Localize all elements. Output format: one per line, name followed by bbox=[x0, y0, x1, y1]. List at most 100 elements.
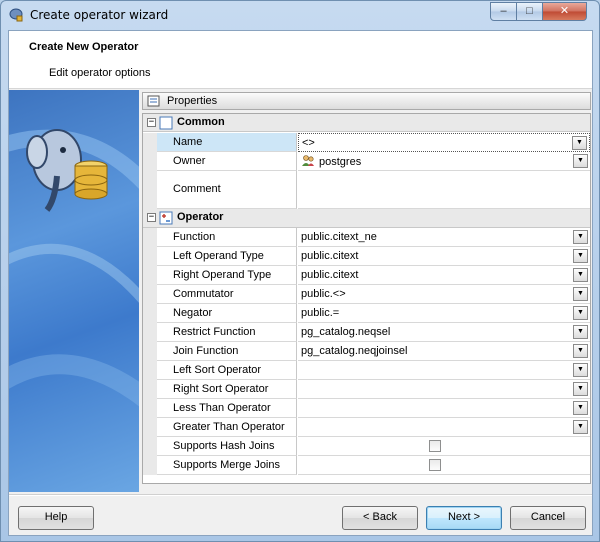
category-label: Common bbox=[177, 116, 225, 128]
property-name: Restrict Function bbox=[157, 323, 297, 342]
chevron-down-icon[interactable]: ▼ bbox=[573, 306, 588, 320]
property-row-right-sort-operator[interactable]: Right Sort Operator ▼ bbox=[143, 380, 590, 399]
property-name: Greater Than Operator bbox=[157, 418, 297, 437]
property-value[interactable]: public.= bbox=[301, 307, 339, 319]
property-row-less-than-operator[interactable]: Less Than Operator ▼ bbox=[143, 399, 590, 418]
join-function-select[interactable]: pg_catalog.neqjoinsel ▼ bbox=[298, 342, 590, 361]
collapse-icon[interactable]: − bbox=[147, 118, 156, 127]
chevron-down-icon[interactable]: ▼ bbox=[573, 154, 588, 168]
chevron-down-icon[interactable]: ▼ bbox=[573, 268, 588, 282]
property-value[interactable]: public.citext_ne bbox=[301, 231, 377, 243]
property-value[interactable]: <> bbox=[302, 137, 315, 149]
back-button[interactable]: < Back bbox=[342, 506, 418, 530]
property-value[interactable]: public.citext bbox=[301, 250, 358, 262]
user-group-icon bbox=[302, 155, 314, 166]
less-than-operator-select[interactable]: ▼ bbox=[298, 399, 590, 418]
property-name: Function bbox=[157, 228, 297, 247]
property-row-restrict-function[interactable]: Restrict Function pg_catalog.neqsel ▼ bbox=[143, 323, 590, 342]
function-select[interactable]: public.citext_ne ▼ bbox=[298, 228, 590, 247]
elephant-database-icon bbox=[9, 129, 139, 407]
property-name: Supports Hash Joins bbox=[157, 437, 297, 456]
property-name: Join Function bbox=[157, 342, 297, 361]
restrict-function-select[interactable]: pg_catalog.neqsel ▼ bbox=[298, 323, 590, 342]
chevron-down-icon[interactable]: ▼ bbox=[573, 382, 588, 396]
common-category-icon bbox=[159, 116, 173, 130]
property-row-function[interactable]: Function public.citext_ne ▼ bbox=[143, 228, 590, 247]
chevron-down-icon[interactable]: ▼ bbox=[573, 344, 588, 358]
property-name: Owner bbox=[157, 152, 297, 171]
chevron-down-icon[interactable]: ▼ bbox=[573, 287, 588, 301]
chevron-down-icon[interactable]: ▼ bbox=[573, 230, 588, 244]
property-value[interactable]: pg_catalog.neqsel bbox=[301, 326, 390, 338]
property-row-negator[interactable]: Negator public.= ▼ bbox=[143, 304, 590, 323]
operator-category-icon bbox=[159, 211, 173, 225]
property-row-commutator[interactable]: Commutator public.<> ▼ bbox=[143, 285, 590, 304]
property-row-greater-than-operator[interactable]: Greater Than Operator ▼ bbox=[143, 418, 590, 437]
chevron-down-icon[interactable]: ▼ bbox=[573, 249, 588, 263]
commutator-select[interactable]: public.<> ▼ bbox=[298, 285, 590, 304]
properties-header: Properties bbox=[142, 92, 591, 110]
left-sort-operator-select[interactable]: ▼ bbox=[298, 361, 590, 380]
category-common[interactable]: − Common bbox=[143, 114, 590, 132]
property-row-supports-merge-joins[interactable]: Supports Merge Joins bbox=[143, 456, 590, 475]
property-row-right-operand-type[interactable]: Right Operand Type public.citext ▼ bbox=[143, 266, 590, 285]
property-name: Name bbox=[157, 133, 297, 152]
right-sort-operator-select[interactable]: ▼ bbox=[298, 380, 590, 399]
property-grid[interactable]: − Common Name <> ▼ Owner postgres ▼ Comm… bbox=[142, 113, 591, 484]
property-value[interactable]: public.<> bbox=[301, 288, 346, 300]
maximize-button[interactable]: □ bbox=[516, 2, 543, 21]
property-name: Comment bbox=[157, 171, 297, 209]
property-row-join-function[interactable]: Join Function pg_catalog.neqjoinsel ▼ bbox=[143, 342, 590, 361]
chevron-down-icon[interactable]: ▼ bbox=[573, 363, 588, 377]
help-button[interactable]: Help bbox=[18, 506, 94, 530]
wizard-side-image bbox=[9, 90, 139, 492]
property-row-owner[interactable]: Owner postgres ▼ bbox=[143, 152, 590, 171]
next-button[interactable]: Next > bbox=[426, 506, 502, 530]
minimize-button[interactable]: – bbox=[490, 2, 517, 21]
chevron-down-icon[interactable]: ▼ bbox=[573, 420, 588, 434]
merge-joins-checkbox[interactable] bbox=[429, 459, 441, 471]
property-name: Less Than Operator bbox=[157, 399, 297, 418]
property-name: Left Sort Operator bbox=[157, 361, 297, 380]
right-operand-type-select[interactable]: public.citext ▼ bbox=[298, 266, 590, 285]
property-row-name[interactable]: Name <> ▼ bbox=[143, 133, 590, 152]
cancel-button[interactable]: Cancel bbox=[510, 506, 586, 530]
close-button[interactable]: ✕ bbox=[542, 2, 587, 21]
owner-select[interactable]: postgres ▼ bbox=[298, 152, 590, 171]
chevron-down-icon[interactable]: ▼ bbox=[573, 401, 588, 415]
collapse-icon[interactable]: − bbox=[147, 213, 156, 222]
property-name: Left Operand Type bbox=[157, 247, 297, 266]
header-subtitle: Edit operator options bbox=[49, 67, 151, 79]
property-row-left-operand-type[interactable]: Left Operand Type public.citext ▼ bbox=[143, 247, 590, 266]
property-row-supports-hash-joins[interactable]: Supports Hash Joins bbox=[143, 437, 590, 456]
property-value[interactable]: postgres bbox=[319, 156, 361, 168]
properties-icon bbox=[147, 95, 160, 107]
header-title: Create New Operator bbox=[29, 41, 139, 53]
property-row-left-sort-operator[interactable]: Left Sort Operator ▼ bbox=[143, 361, 590, 380]
greater-than-operator-select[interactable]: ▼ bbox=[298, 418, 590, 437]
property-name: Commutator bbox=[157, 285, 297, 304]
property-name: Right Sort Operator bbox=[157, 380, 297, 399]
property-value[interactable]: public.citext bbox=[301, 269, 358, 281]
app-icon bbox=[9, 8, 23, 22]
wizard-header: Create New Operator Edit operator option… bbox=[9, 31, 592, 89]
window-title: Create operator wizard bbox=[30, 8, 169, 22]
footer-separator bbox=[9, 494, 592, 496]
property-value[interactable]: pg_catalog.neqjoinsel bbox=[301, 345, 407, 357]
left-operand-type-select[interactable]: public.citext ▼ bbox=[298, 247, 590, 266]
property-name: Supports Merge Joins bbox=[157, 456, 297, 475]
category-label: Operator bbox=[177, 211, 224, 223]
wizard-client: Create New Operator Edit operator option… bbox=[8, 30, 593, 536]
category-operator[interactable]: − Operator bbox=[143, 209, 590, 228]
comment-field[interactable] bbox=[298, 171, 590, 209]
title-bar[interactable]: Create operator wizard – □ ✕ bbox=[1, 1, 599, 29]
negator-select[interactable]: public.= ▼ bbox=[298, 304, 590, 323]
chevron-down-icon[interactable]: ▼ bbox=[573, 325, 588, 339]
wizard-window: Create operator wizard – □ ✕ Create New … bbox=[0, 0, 600, 542]
properties-label: Properties bbox=[167, 95, 218, 107]
property-row-comment[interactable]: Comment bbox=[143, 171, 590, 209]
hash-joins-checkbox[interactable] bbox=[429, 440, 441, 452]
name-field[interactable]: <> ▼ bbox=[298, 133, 590, 152]
property-name: Right Operand Type bbox=[157, 266, 297, 285]
chevron-down-icon[interactable]: ▼ bbox=[572, 136, 587, 150]
